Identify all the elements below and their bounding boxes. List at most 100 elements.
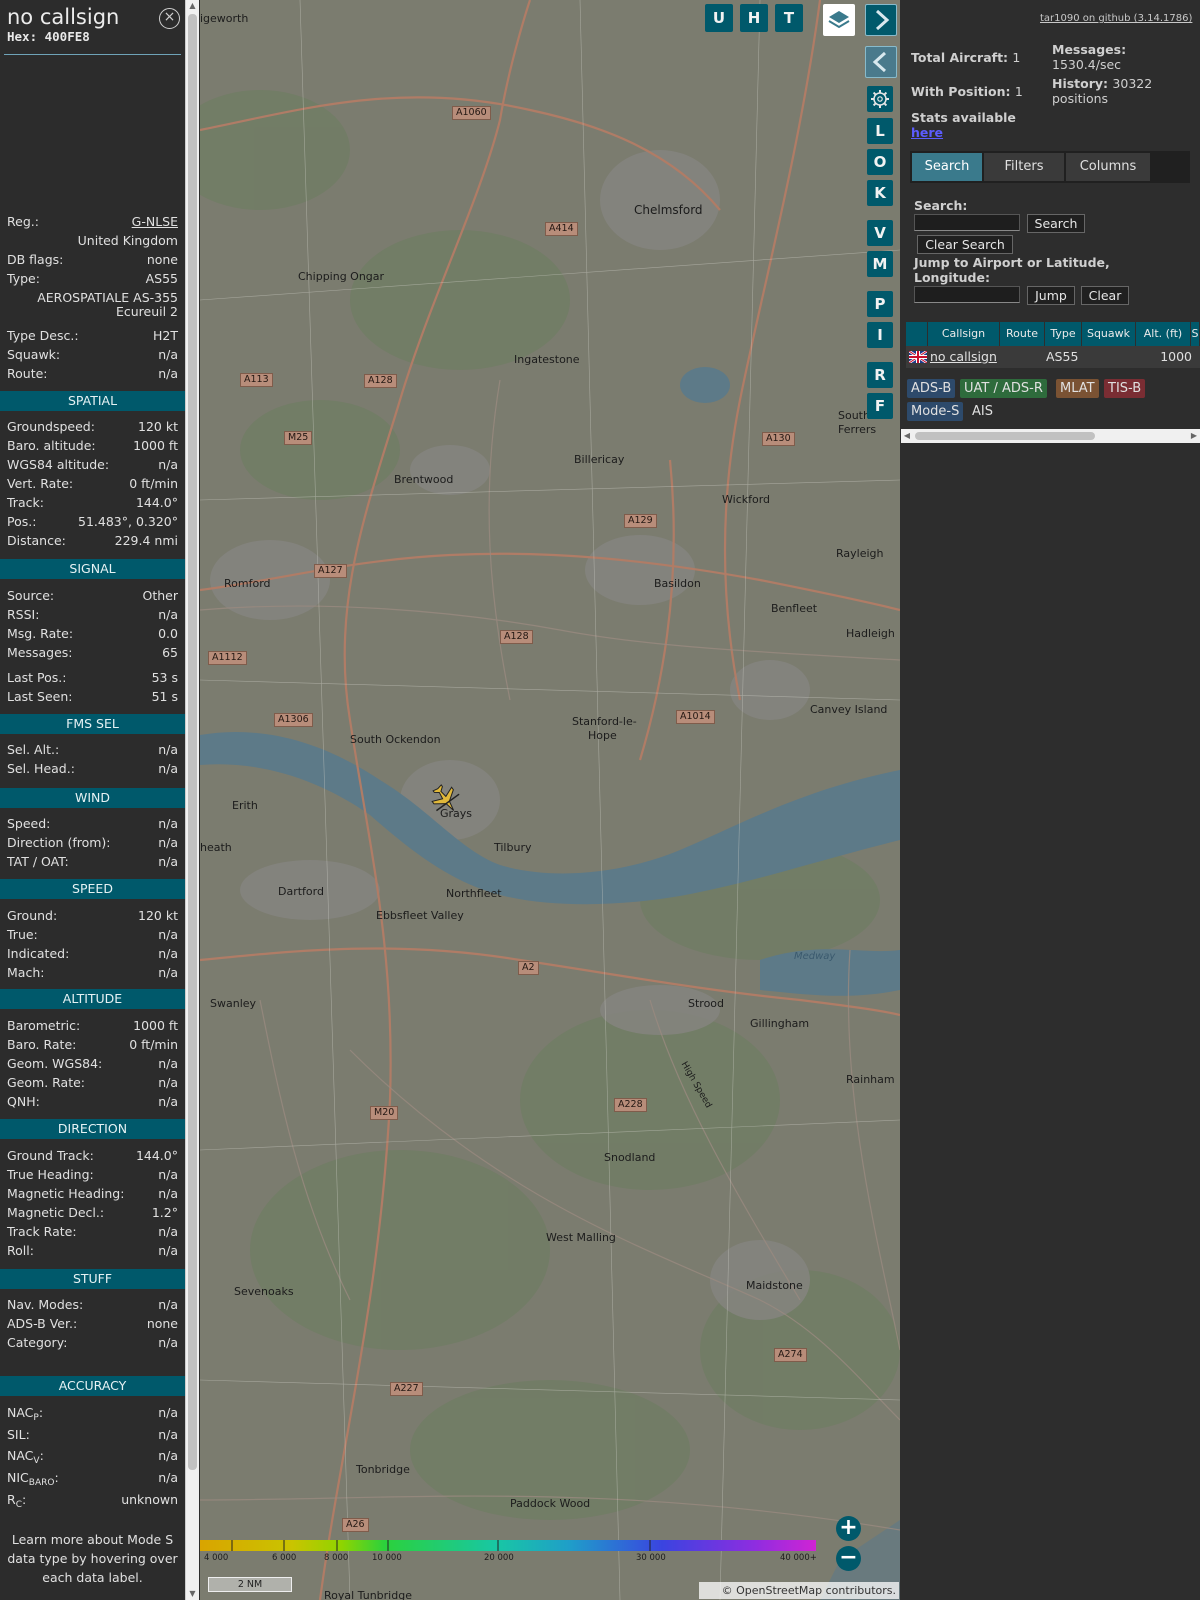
tab-filters[interactable]: Filters [984, 153, 1064, 181]
chip-ais[interactable]: AIS [968, 402, 997, 421]
nicbaro-row: NICBARO: n/a [7, 1470, 178, 1488]
type-desc-row: Type Desc.: H2T [7, 328, 178, 343]
table-row[interactable]: no callsign AS55 1000 [906, 346, 1200, 368]
place-label: Medway [794, 951, 836, 962]
place-label: Brentwood [394, 473, 454, 486]
table-hscrollbar[interactable]: ◀ ▶ [901, 429, 1200, 443]
chip-tisb[interactable]: TIS-B [1104, 379, 1146, 398]
i-button[interactable]: I [867, 322, 893, 348]
column-header-speed[interactable]: S [1191, 322, 1200, 346]
github-link[interactable]: tar1090 on github (3.14.1786) [1040, 13, 1192, 24]
info-label: Track Rate: [7, 1224, 77, 1239]
uk-flag-icon [909, 351, 927, 363]
info-row: Msg. Rate: 0.0 [0, 625, 185, 643]
column-header-squawk[interactable]: Squawk [1082, 322, 1136, 346]
info-value: none [146, 1316, 178, 1331]
info-label: Msg. Rate: [7, 626, 74, 641]
info-row: Magnetic Decl.: 1.2° [0, 1204, 185, 1222]
nacv-row: NACV: n/a [7, 1448, 178, 1466]
messages-stat: Messages: 1530.4/sec [1052, 42, 1127, 72]
close-icon[interactable]: × [159, 8, 180, 29]
t-button[interactable]: T [775, 4, 803, 32]
stats-link[interactable]: here [911, 125, 1016, 140]
section-altitude: ALTITUDE [0, 989, 185, 1009]
place-label: Rayleigh [836, 547, 884, 560]
scroll-down-icon[interactable]: ▼ [186, 1588, 199, 1600]
clear-button[interactable]: Clear [1081, 286, 1129, 305]
scroll-up-icon[interactable]: ▲ [186, 0, 199, 12]
section-stuff: STUFF [0, 1269, 185, 1289]
r-button[interactable]: R [867, 362, 893, 388]
info-row: Track Rate: n/a [0, 1223, 185, 1241]
zoom-out-button[interactable]: − [836, 1546, 861, 1571]
row-callsign[interactable]: no callsign [930, 346, 997, 368]
country-row: United Kingdom [77, 233, 178, 248]
road-shield: A274 [774, 1348, 807, 1362]
column-header-altitude[interactable]: Alt. (ft) [1136, 322, 1191, 346]
chip-mlat[interactable]: MLAT [1056, 379, 1099, 398]
info-label: Vert. Rate: [7, 476, 74, 491]
chevron-right-icon [875, 9, 890, 31]
m-button[interactable]: M [867, 251, 893, 277]
scroll-right-icon[interactable]: ▶ [1188, 429, 1200, 443]
place-label: Hadleigh [846, 627, 895, 640]
clear-search-button[interactable]: Clear Search [917, 235, 1013, 254]
jump-button[interactable]: Jump [1027, 286, 1075, 305]
column-header-type[interactable]: Type [1045, 322, 1082, 346]
map-attribution[interactable]: © OpenStreetMap contributors. [699, 1582, 899, 1599]
info-value: 53 s [151, 670, 178, 685]
place-label: South [838, 409, 870, 422]
info-value: n/a [158, 607, 178, 622]
row-altitude: 1000 [1160, 349, 1192, 364]
collapse-button[interactable] [865, 46, 897, 78]
info-row: Nav. Modes: n/a [0, 1296, 185, 1314]
chip-modes[interactable]: Mode-S [907, 402, 964, 421]
tab-columns[interactable]: Columns [1066, 153, 1150, 181]
f-button[interactable]: F [867, 393, 893, 419]
k-button[interactable]: K [867, 180, 893, 206]
v-button[interactable]: V [867, 220, 893, 246]
l-button[interactable]: L [867, 118, 893, 144]
place-label: Romford [224, 577, 271, 590]
zoom-in-button[interactable]: + [836, 1516, 861, 1541]
hscroll-thumb[interactable] [915, 432, 1095, 440]
column-header-flag[interactable] [906, 322, 928, 346]
info-label: Barometric: [7, 1018, 81, 1033]
chip-uat[interactable]: UAT / ADS-R [960, 379, 1047, 398]
info-row: Baro. altitude: 1000 ft [0, 437, 185, 455]
p-button[interactable]: P [867, 291, 893, 317]
info-value: 120 kt [138, 908, 178, 923]
u-button[interactable]: U [705, 4, 733, 32]
place-label: Basildon [654, 577, 701, 590]
h-button[interactable]: H [740, 4, 768, 32]
search-button[interactable]: Search [1027, 214, 1085, 233]
info-label: Source: [7, 588, 55, 603]
expand-right-button[interactable] [865, 4, 897, 36]
scroll-left-icon[interactable]: ◀ [901, 429, 913, 443]
column-header-route[interactable]: Route [1000, 322, 1045, 346]
chip-adsb[interactable]: ADS-B [907, 379, 956, 398]
jump-input[interactable] [914, 286, 1020, 303]
layers-button[interactable] [823, 4, 855, 36]
settings-button[interactable] [867, 86, 893, 112]
search-input[interactable] [914, 214, 1020, 231]
place-label: Maidstone [746, 1279, 803, 1292]
map-view[interactable]: igeworth Chelmsford Chipping Ongar Ingat… [200, 0, 900, 1600]
info-value: 229.4 nmi [114, 533, 178, 548]
panel-scrollbar[interactable]: ▲ ▼ [185, 0, 199, 1600]
info-label: Ground Track: [7, 1148, 94, 1163]
info-row: True Heading: n/a [0, 1166, 185, 1184]
info-value: n/a [158, 835, 178, 850]
aircraft-hex: Hex: 400FE8 [7, 29, 90, 44]
o-button[interactable]: O [867, 149, 893, 175]
title-divider [4, 54, 181, 55]
info-row: Speed: n/a [0, 815, 185, 833]
tab-search[interactable]: Search [912, 153, 982, 181]
registration-link[interactable]: G-NLSE [132, 213, 178, 231]
place-label: West Malling [546, 1231, 616, 1244]
info-row: RSSI: n/a [0, 606, 185, 624]
column-header-callsign[interactable]: Callsign [928, 322, 1000, 346]
row-type: AS55 [1046, 349, 1079, 364]
scrollbar-thumb[interactable] [188, 14, 197, 1470]
sil-row: SIL: n/a [7, 1427, 178, 1442]
